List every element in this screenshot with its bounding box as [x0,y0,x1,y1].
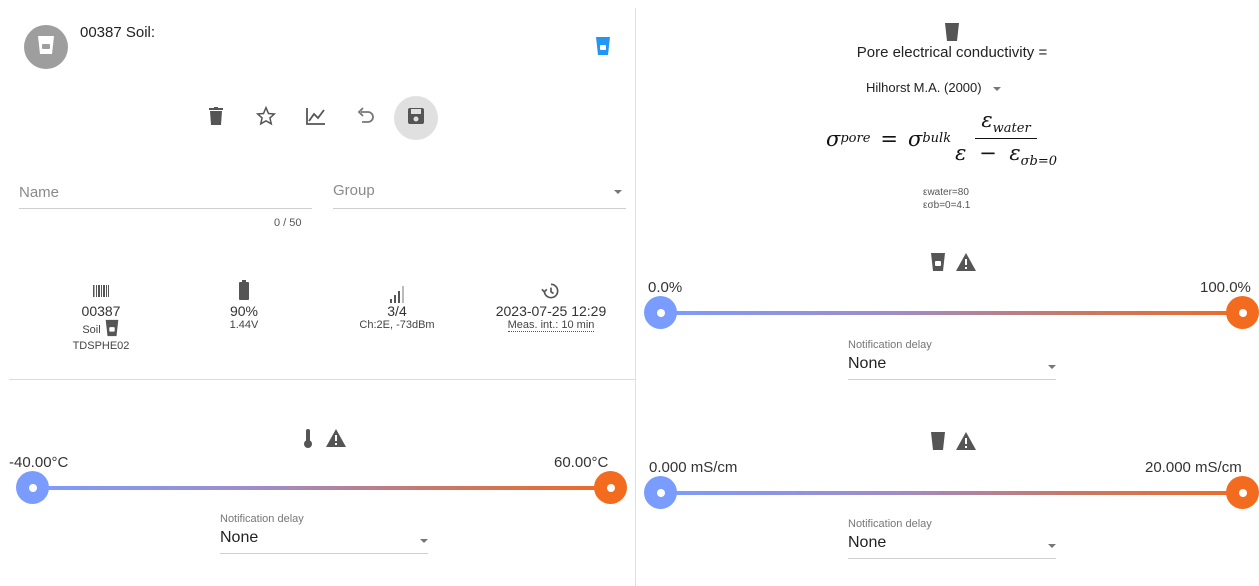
notification-delay-value: None [848,355,887,372]
formula-epsilon-den: ε [955,141,967,166]
signal-stat: 3/4 Ch:2E, -73dBm [327,281,467,331]
ec-range-track[interactable] [660,491,1244,495]
ec-min-handle[interactable] [644,476,677,509]
moisture-max-handle[interactable] [1226,296,1259,329]
group-placeholder: Group [333,182,375,199]
barcode-icon [69,285,133,303]
ec-max-handle[interactable] [1226,476,1259,509]
moisture-cup-icon [929,252,947,277]
param-epsilon-water: εwater=80 [923,187,969,198]
soil-cup-icon [36,34,56,61]
device-toolbar [194,96,444,140]
save-button[interactable] [394,96,438,140]
name-field[interactable]: Name [19,184,312,209]
moisture-notification-select[interactable]: Notification delay None [848,339,1056,380]
battery-percent: 90% [229,303,259,319]
formula-sigma-bulk: σ [908,126,923,151]
temp-min-handle[interactable] [16,471,49,504]
warning-icon [325,428,347,453]
delete-button[interactable] [194,96,238,140]
moisture-min-label: 0.0% [648,279,683,296]
name-counter: 0 / 50 [274,217,302,229]
temp-max-handle[interactable] [594,471,627,504]
formula-fraction: εwater ε − εσb=0 [955,108,1057,169]
measurement-interval[interactable]: Meas. int.: 10 min [507,319,595,332]
ec-max-label: 20.000 mS/cm [1145,459,1242,476]
soil-cup-icon [104,319,120,340]
ec-min-label: 0.000 mS/cm [649,459,738,476]
left-panel: 00387 Soil: Name 0 / 50 Group 00387 Soil… [9,8,636,586]
device-id-stat: 00387 Soil TDSPHE02 [69,285,133,352]
last-measurement-time: 2023-07-25 12:29 [495,303,607,319]
temp-notification-select[interactable]: Notification delay None [220,513,428,554]
signal-icon [327,281,467,303]
temp-min-label: -40.00°C [9,454,69,471]
formula-minus: − [979,141,997,166]
formula-sigma: σ [826,126,841,151]
star-icon [255,105,277,131]
line-chart-icon [305,106,327,131]
moisture-range-track[interactable] [660,311,1244,315]
moisture-min-handle[interactable] [644,296,677,329]
favorite-button[interactable] [244,96,288,140]
device-avatar [24,25,68,69]
chart-button[interactable] [294,96,338,140]
signal-quality: 3/4 [387,303,407,319]
conductivity-title: Pore electrical conductivity = [856,44,1048,61]
chevron-down-icon [1048,365,1056,369]
device-id: 00387 [81,303,121,319]
formula-sub-sb0: σb=0 [1020,154,1057,170]
battery-voltage: 1.44V [229,319,259,331]
temp-max-label: 60.00°C [554,454,609,471]
device-card: 00387 Soil: Name 0 / 50 Group 00387 Soil… [9,8,636,380]
sensor-type-icon[interactable] [595,36,611,61]
conductivity-formula: σ pore = σ bulk εwater ε − εσb=0 [826,108,1057,169]
device-title: 00387 Soil: [80,24,156,41]
floppy-disk-icon [407,107,425,130]
notification-delay-value: None [220,529,259,546]
undo-icon [357,106,375,131]
name-placeholder: Name [19,184,60,201]
notification-delay-label: Notification delay [848,518,932,530]
moisture-max-label: 100.0% [1200,279,1251,296]
battery-stat: 90% 1.44V [212,280,276,331]
last-measurement-stat: 2023-07-25 12:29 Meas. int.: 10 min [481,281,621,332]
notification-delay-value: None [848,534,887,551]
notification-delay-label: Notification delay [848,339,932,351]
battery-icon [212,280,276,303]
chevron-down-icon [420,539,428,543]
notification-delay-label: Notification delay [220,513,304,525]
temperature-icon [303,429,313,454]
group-select[interactable]: Group [333,182,626,209]
history-icon [481,281,621,303]
warning-icon [955,252,977,277]
device-model: TDSPHE02 [72,340,130,352]
formula-epsilon-den2: ε [1009,141,1021,166]
formula-sub-pore: pore [840,131,871,147]
chevron-down-icon [614,190,622,194]
trash-icon [209,106,223,130]
conductivity-cup-icon [929,431,947,456]
signal-details: Ch:2E, -73dBm [359,319,435,331]
formula-equals: = [880,126,899,151]
formula-epsilon-num: ε [981,108,993,132]
chevron-down-icon [1048,544,1056,548]
param-epsilon-sb0: εσb=0=4.1 [923,200,971,211]
ec-notification-select[interactable]: Notification delay None [848,518,1056,559]
model-select[interactable]: Hilhorst M.A. (2000) [866,80,1002,95]
formula-sub-bulk: bulk [922,131,952,147]
model-select-value: Hilhorst M.A. (2000) [866,80,982,95]
formula-parameters: εwater=80 εσb=0=4.1 [923,186,970,212]
device-type: Soil [82,323,101,336]
undo-button[interactable] [344,96,388,140]
temp-range-track[interactable] [29,486,610,490]
formula-sub-water: water [992,121,1031,137]
warning-icon [955,431,977,456]
chevron-down-icon [993,86,1002,91]
